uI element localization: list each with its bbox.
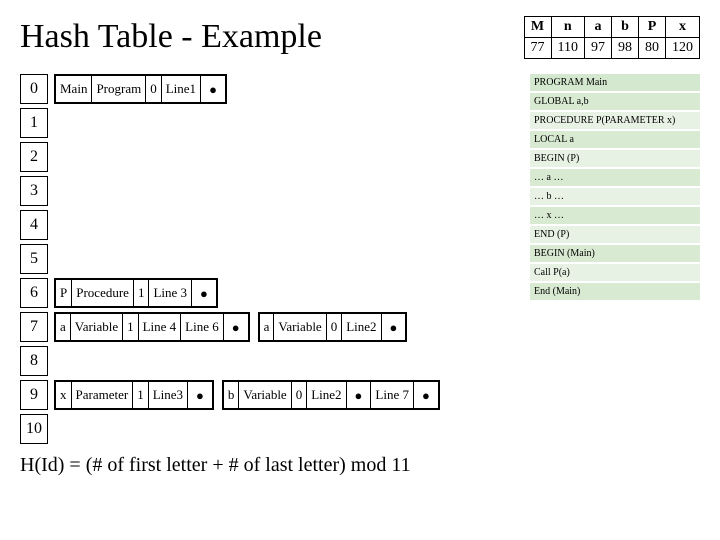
entry-field: 1: [133, 382, 149, 408]
code-line: PROCEDURE P(PARAMETER x): [530, 112, 700, 129]
address-table: M n a b P x 77 110 97 98 80 120: [524, 16, 700, 59]
addr-head: M: [524, 17, 551, 38]
null-pointer-icon: ●: [414, 382, 438, 408]
pointer-icon: ●: [224, 314, 248, 340]
entry-field: Procedure: [72, 280, 134, 306]
addr-val: 98: [612, 38, 639, 59]
entry-field: 1: [134, 280, 150, 306]
entry-field: Variable: [239, 382, 291, 408]
entry-field: b: [224, 382, 240, 408]
bucket-area: Main Program 0 Line1 ● P Procedure 1 Lin…: [54, 74, 524, 448]
addr-val: 77: [524, 38, 551, 59]
code-line: … x …: [530, 207, 700, 224]
pointer-icon: ●: [188, 382, 212, 408]
entry-field: Line 6: [181, 314, 224, 340]
entry-field: Main: [56, 76, 92, 102]
entry-field: 1: [123, 314, 139, 340]
hash-entry: b Variable 0 Line2 ● Line 7 ●: [222, 380, 440, 410]
addr-head: P: [639, 17, 666, 38]
index-cell: 1: [20, 108, 48, 138]
entry-field: Line 7: [371, 382, 414, 408]
index-cell: 8: [20, 346, 48, 376]
index-cell: 9: [20, 380, 48, 410]
index-cell: 3: [20, 176, 48, 206]
addr-head: n: [551, 17, 584, 38]
entry-field: Variable: [274, 314, 326, 340]
entry-field: 0: [292, 382, 308, 408]
code-line: BEGIN (P): [530, 150, 700, 167]
entry-field: P: [56, 280, 72, 306]
entry-field: 0: [146, 76, 162, 102]
code-line: LOCAL a: [530, 131, 700, 148]
code-line: END (P): [530, 226, 700, 243]
entry-field: 0: [327, 314, 343, 340]
addr-val: 120: [666, 38, 700, 59]
entry-field: Parameter: [72, 382, 134, 408]
code-line: GLOBAL a,b: [530, 93, 700, 110]
code-line: … b …: [530, 188, 700, 205]
code-line: Call P(a): [530, 264, 700, 281]
hash-formula: H(Id) = (# of first letter + # of last l…: [20, 454, 700, 477]
pointer-icon: ●: [347, 382, 372, 408]
null-pointer-icon: ●: [382, 314, 406, 340]
index-cell: 2: [20, 142, 48, 172]
addr-val: 110: [551, 38, 584, 59]
entry-field: x: [56, 382, 72, 408]
addr-val: 80: [639, 38, 666, 59]
page-title: Hash Table - Example: [20, 18, 322, 56]
hash-entry: a Variable 0 Line2 ●: [258, 312, 408, 342]
null-pointer-icon: ●: [192, 280, 216, 306]
entry-field: Line1: [162, 76, 201, 102]
program-code-list: PROGRAM Main GLOBAL a,b PROCEDURE P(PARA…: [530, 74, 700, 302]
entry-field: Line2: [342, 314, 381, 340]
entry-field: Program: [92, 76, 146, 102]
code-line: … a …: [530, 169, 700, 186]
hash-entry: a Variable 1 Line 4 Line 6 ●: [54, 312, 250, 342]
code-line: BEGIN (Main): [530, 245, 700, 262]
entry-field: Line2: [307, 382, 346, 408]
entry-field: Line 3: [149, 280, 192, 306]
hash-entry: P Procedure 1 Line 3 ●: [54, 278, 218, 308]
index-cell: 5: [20, 244, 48, 274]
addr-head: b: [612, 17, 639, 38]
hash-entry: Main Program 0 Line1 ●: [54, 74, 227, 104]
index-cell: 7: [20, 312, 48, 342]
code-line: PROGRAM Main: [530, 74, 700, 91]
index-cell: 6: [20, 278, 48, 308]
code-line: End (Main): [530, 283, 700, 300]
null-pointer-icon: ●: [201, 76, 225, 102]
hash-entry: x Parameter 1 Line3 ●: [54, 380, 214, 410]
entry-field: Line3: [149, 382, 188, 408]
index-cell: 10: [20, 414, 48, 444]
index-cell: 4: [20, 210, 48, 240]
entry-field: a: [56, 314, 71, 340]
addr-val: 97: [585, 38, 612, 59]
entry-field: Variable: [71, 314, 123, 340]
index-cell: 0: [20, 74, 48, 104]
addr-head: x: [666, 17, 700, 38]
entry-field: a: [260, 314, 275, 340]
index-column: 0 1 2 3 4 5 6 7 8 9 10: [20, 74, 48, 448]
entry-field: Line 4: [139, 314, 182, 340]
addr-head: a: [585, 17, 612, 38]
